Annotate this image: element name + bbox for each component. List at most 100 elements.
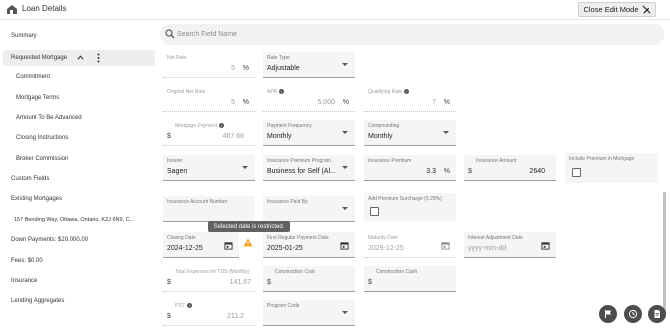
sidebar-item-down-payments[interactable]: Down Payments: $20,000.00 bbox=[11, 237, 88, 243]
sidebar-item-fees[interactable]: Fees: $0.00 bbox=[11, 258, 43, 264]
scrollbar-thumb[interactable] bbox=[663, 192, 666, 318]
sidebar-item-property[interactable]: 157 Bending Way, Ottawa, Ontario, K2J 6N… bbox=[14, 217, 134, 223]
rate-type-select[interactable]: Rate Type Adjustable bbox=[263, 52, 355, 78]
close-edit-mode-button[interactable]: Close Edit Mode bbox=[578, 2, 656, 17]
interest-adjustment-date-field[interactable]: Interest Adjustment Date yyyy-mm-dd bbox=[464, 232, 556, 258]
search-input[interactable] bbox=[177, 28, 477, 41]
sidebar-item-lending-aggregates[interactable]: Lending Aggregates bbox=[11, 298, 64, 304]
insurance-premium-field[interactable]: Insurance Premium 3.3 % bbox=[364, 155, 456, 181]
insurer-value: Sagen bbox=[167, 168, 188, 175]
construction-cash-prefix: $ bbox=[368, 279, 372, 286]
total-expenses-tds-field: Total Expenses for TDS (Monthly) $ 141.6… bbox=[163, 266, 255, 292]
document-button[interactable] bbox=[648, 305, 666, 323]
apr-field: APR i 5.000 % bbox=[263, 86, 355, 112]
closing-date-value: 2024-12-25 bbox=[167, 245, 203, 252]
chevron-down-icon bbox=[342, 131, 348, 134]
program-code-label: Program Code bbox=[267, 303, 300, 309]
first-regular-payment-date-label: First Regular Payment Date bbox=[267, 235, 329, 241]
closing-date-field[interactable]: Closing Date 2024-12-25 bbox=[163, 232, 239, 258]
first-regular-payment-date-value: 2025-01-25 bbox=[267, 245, 303, 252]
insurance-amount-field[interactable]: Insurance Amount $ 2640 bbox=[464, 155, 556, 181]
insurer-select[interactable]: Insurer Sagen bbox=[163, 155, 255, 181]
pencil-off-icon bbox=[642, 5, 650, 14]
payment-frequency-select[interactable]: Payment Frequency Monthly bbox=[263, 120, 355, 146]
search-bar bbox=[160, 24, 664, 45]
qualifying-rate-field: Qualifying Rate i 7 % bbox=[364, 86, 456, 112]
mortgage-payment-prefix: $ bbox=[167, 133, 171, 140]
construction-cash-label: Construction Cash bbox=[376, 269, 418, 275]
sidebar-item-amount-to-be-advanced[interactable]: Amount To Be Advanced bbox=[16, 115, 82, 121]
mortgage-payment-value: 467.68 bbox=[222, 133, 244, 140]
restricted-date-tooltip: Selected date is restricted. bbox=[208, 221, 290, 232]
sidebar-item-insurance[interactable]: Insurance bbox=[11, 278, 37, 284]
chevron-down-icon bbox=[443, 131, 449, 134]
net-rate-unit: % bbox=[242, 65, 249, 72]
flag-button[interactable] bbox=[599, 305, 617, 323]
construction-cash-field[interactable]: Construction Cash $ bbox=[364, 266, 456, 292]
net-rate-label: Net Rate bbox=[167, 55, 187, 61]
info-icon[interactable]: i bbox=[219, 123, 225, 129]
net-rate-value: 5 bbox=[231, 65, 235, 72]
qualifying-rate-unit: % bbox=[443, 99, 450, 106]
chevron-down-icon bbox=[242, 166, 248, 169]
insurance-paid-by-select[interactable]: Insurance Paid By bbox=[263, 196, 355, 222]
payment-frequency-value: Monthly bbox=[267, 133, 292, 140]
apr-value: 5.000 bbox=[317, 99, 335, 106]
chevron-up-icon[interactable] bbox=[77, 54, 84, 61]
first-regular-payment-date-field[interactable]: First Regular Payment Date 2025-01-25 bbox=[263, 232, 355, 258]
apr-unit: % bbox=[342, 99, 349, 106]
sidebar-item-mortgage-terms[interactable]: Mortgage Terms bbox=[16, 95, 59, 101]
insurance-account-number-field[interactable]: Insurance Account Number bbox=[163, 196, 255, 222]
insurance-premium-program-value: Business for Self (Al... bbox=[267, 168, 336, 175]
sidebar-item-summary[interactable]: Summary bbox=[11, 33, 37, 39]
insurance-premium-program-select[interactable]: Insurance Premium Program Business for S… bbox=[263, 155, 355, 181]
insurance-premium-value: 3.3 bbox=[426, 168, 436, 175]
original-net-rate-value: 5 bbox=[231, 99, 235, 106]
sidebar-item-custom-fields[interactable]: Custom Fields bbox=[11, 176, 49, 182]
sidebar-item-existing-mortgages[interactable]: Existing Mortgages bbox=[11, 196, 62, 202]
more-vertical-icon[interactable] bbox=[97, 53, 100, 63]
search-icon bbox=[165, 29, 175, 39]
calendar-icon bbox=[441, 242, 450, 250]
compounding-select[interactable]: Compounding Monthly bbox=[364, 120, 456, 146]
original-net-rate-unit: % bbox=[242, 99, 249, 106]
total-expenses-tds-prefix: $ bbox=[167, 279, 171, 286]
calendar-icon[interactable] bbox=[340, 241, 349, 250]
pst-prefix: $ bbox=[167, 313, 171, 320]
document-icon bbox=[654, 310, 660, 318]
insurance-paid-by-label: Insurance Paid By bbox=[267, 199, 308, 205]
add-premium-surcharge-field: Add Premium Surcharge (0.20%) bbox=[364, 193, 456, 221]
program-code-select[interactable]: Program Code bbox=[263, 300, 355, 326]
compounding-value: Monthly bbox=[368, 133, 393, 140]
pst-label: PST i bbox=[175, 303, 192, 309]
info-icon[interactable]: i bbox=[186, 303, 192, 309]
closing-date-label: Closing Date bbox=[167, 235, 196, 241]
qualifying-rate-label: Qualifying Rate i bbox=[368, 89, 410, 95]
include-premium-field: Include Premium in Mortgage bbox=[565, 153, 658, 183]
info-icon[interactable]: i bbox=[279, 89, 285, 95]
calendar-icon[interactable] bbox=[224, 241, 233, 250]
rate-type-label: Rate Type bbox=[267, 55, 290, 61]
include-premium-checkbox[interactable] bbox=[572, 168, 581, 177]
mortgage-payment-label: Mortgage Payment i bbox=[175, 123, 225, 129]
info-icon[interactable]: i bbox=[404, 89, 410, 95]
history-icon bbox=[628, 309, 638, 319]
sidebar-item-closing-instructions[interactable]: Closing Instructions bbox=[16, 135, 68, 141]
maturity-date-value: 2029-12-25 bbox=[368, 245, 404, 252]
add-premium-surcharge-label: Add Premium Surcharge (0.20%) bbox=[368, 196, 442, 202]
add-premium-surcharge-checkbox[interactable] bbox=[370, 207, 379, 216]
chevron-down-icon bbox=[342, 63, 348, 66]
chevron-down-icon bbox=[342, 166, 348, 169]
insurance-amount-label: Insurance Amount bbox=[476, 158, 517, 164]
sidebar-item-broker-commission[interactable]: Broker Commission bbox=[16, 156, 68, 162]
sidebar-item-commitment[interactable]: Commitment bbox=[16, 74, 50, 80]
construction-cost-field[interactable]: Construction Cost $ bbox=[263, 266, 355, 292]
calendar-icon[interactable] bbox=[541, 241, 550, 250]
pst-value: 211.2 bbox=[227, 313, 244, 320]
history-button[interactable] bbox=[624, 305, 642, 323]
net-rate-field: Net Rate 5 % bbox=[163, 52, 255, 78]
maturity-date-label: Maturity Date bbox=[368, 235, 398, 241]
flag-icon bbox=[605, 310, 611, 318]
sidebar: Summary Requested Mortgage Commitment Mo… bbox=[0, 20, 157, 336]
sidebar-item-requested-mortgage[interactable]: Requested Mortgage bbox=[3, 50, 155, 66]
